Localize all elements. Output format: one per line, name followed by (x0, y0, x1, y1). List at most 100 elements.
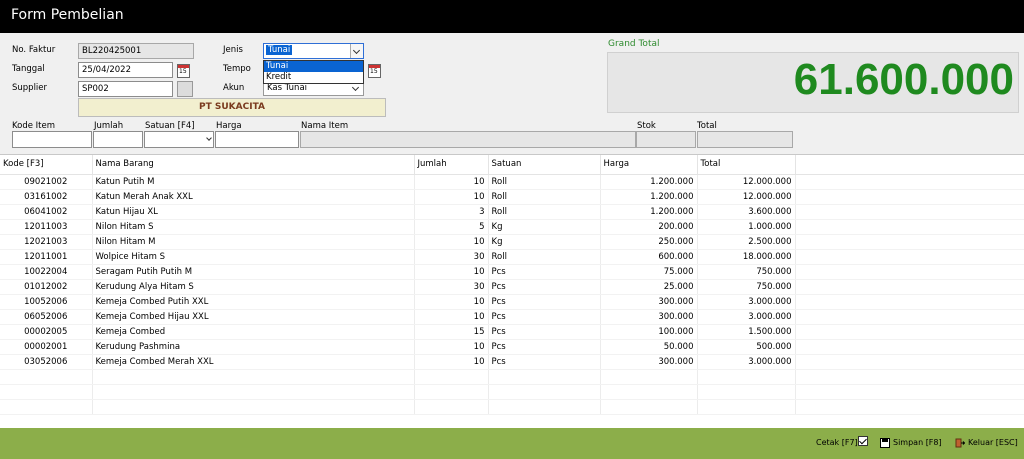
cell-harga: 600.000 (600, 249, 698, 265)
column-header-total[interactable]: Total (697, 155, 796, 175)
calendar-day: 15 (179, 68, 187, 75)
supplier-lookup-button[interactable] (177, 81, 193, 97)
cell-jumlah: 10 (414, 294, 489, 310)
cell-filler (795, 204, 1024, 220)
cetak-checkbox[interactable] (858, 436, 868, 446)
cell-jumlah: 3 (414, 204, 489, 220)
chevron-down-icon[interactable] (206, 135, 212, 141)
grand-total-label: Grand Total (608, 39, 660, 49)
cell-satuan: Kg (488, 219, 601, 235)
akun-value: Kas Tunai (267, 83, 308, 93)
jenis-dropdown-list: Tunai Kredit (263, 60, 364, 84)
tempo-calendar-icon[interactable]: 15 (368, 64, 381, 78)
table-row[interactable]: 00002005 Kemeja Combed 15 Pcs 100.000 1.500.0… (0, 324, 1024, 340)
cell-filler (795, 219, 1024, 235)
harga-input[interactable] (215, 131, 299, 148)
table-row-empty[interactable] (0, 384, 1024, 400)
footer-bar: Cetak [F7] Simpan [F8] Keluar [ESC] (0, 428, 1024, 459)
kode-item-input[interactable] (12, 131, 92, 148)
keluar-button[interactable]: Keluar [ESC] (968, 438, 1018, 447)
column-header-harga[interactable]: Harga (600, 155, 698, 175)
cell-empty (414, 384, 489, 400)
exit-icon (955, 438, 965, 448)
table-row-empty[interactable] (0, 369, 1024, 385)
table-row[interactable]: 09021002 Katun Putih M 10 Roll 1.200.000 12.0… (0, 174, 1024, 190)
table-row[interactable]: 01012002 Kerudung Alya Hitam S 30 Pcs 25.000… (0, 279, 1024, 295)
chevron-down-icon[interactable] (350, 44, 363, 58)
simpan-button[interactable]: Simpan [F8] (893, 438, 942, 447)
table-row[interactable]: 10022004 Seragam Putih Putih M 10 Pcs 75.000… (0, 264, 1024, 280)
cell-total: 3.600.000 (697, 204, 796, 220)
harga-label: Harga (216, 121, 242, 131)
cell-nama-barang: Kerudung Pashmina (92, 339, 415, 355)
stok-label: Stok (637, 121, 656, 131)
table-row[interactable]: 06041002 Katun Hijau XL 3 Roll 1.200.000 3.60… (0, 204, 1024, 220)
table-row[interactable]: 12011003 Nilon Hitam S 5 Kg 200.000 1.000.000 (0, 219, 1024, 235)
calendar-icon[interactable]: 15 (177, 64, 190, 78)
cell-kode: 09021002 (0, 174, 93, 190)
cell-kode: 03052006 (0, 354, 93, 370)
satuan-label: Satuan [F4] (145, 121, 195, 131)
jumlah-input[interactable] (93, 131, 143, 148)
cell-nama-barang: Kemeja Combed Putih XXL (92, 294, 415, 310)
cell-nama-barang: Kemeja Combed Hijau XXL (92, 309, 415, 325)
cell-satuan: Pcs (488, 294, 601, 310)
column-header-kode[interactable]: Kode [F3] (0, 155, 93, 175)
jenis-select[interactable]: Tunai (263, 43, 364, 59)
cell-filler (795, 264, 1024, 280)
cell-jumlah: 10 (414, 339, 489, 355)
cell-nama-barang: Nilon Hitam M (92, 234, 415, 250)
items-table[interactable]: Kode [F3] Nama Barang Jumlah Satuan Harg… (0, 154, 1024, 428)
cell-harga: 1.200.000 (600, 204, 698, 220)
tempo-label: Tempo (223, 64, 251, 74)
jenis-label: Jenis (223, 45, 243, 55)
window-title: Form Pembelian (11, 7, 124, 23)
stok-field (636, 131, 696, 148)
table-row[interactable]: 00002001 Kerudung Pashmina 10 Pcs 50.000 500.… (0, 339, 1024, 355)
column-header-satuan[interactable]: Satuan (488, 155, 601, 175)
table-row[interactable]: 12011001 Wolpice Hitam S 30 Roll 600.000 18.0… (0, 249, 1024, 265)
no-faktur-label: No. Faktur (12, 45, 56, 55)
supplier-name-display: PT SUKACITA (78, 98, 386, 117)
supplier-label: Supplier (12, 83, 48, 93)
cell-total: 12.000.000 (697, 189, 796, 205)
cell-total: 500.000 (697, 339, 796, 355)
jenis-option-tunai[interactable]: Tunai (264, 61, 363, 72)
cell-filler (795, 249, 1024, 265)
satuan-select[interactable] (144, 131, 214, 148)
cell-empty (0, 399, 93, 415)
cell-satuan: Roll (488, 249, 601, 265)
cell-nama-barang: Nilon Hitam S (92, 219, 415, 235)
cell-total: 2.500.000 (697, 234, 796, 250)
column-header-filler (795, 155, 1024, 175)
cell-filler (795, 339, 1024, 355)
table-row[interactable]: 06052006 Kemeja Combed Hijau XXL 10 Pcs 300.… (0, 309, 1024, 325)
table-row[interactable]: 03161002 Katun Merah Anak XXL 10 Roll 1.200.… (0, 189, 1024, 205)
cell-harga: 1.200.000 (600, 174, 698, 190)
table-row[interactable]: 10052006 Kemeja Combed Putih XXL 10 Pcs 300.… (0, 294, 1024, 310)
tanggal-field[interactable]: 25/04/2022 (78, 62, 173, 78)
cell-satuan: Pcs (488, 264, 601, 280)
column-header-jumlah[interactable]: Jumlah (414, 155, 489, 175)
cell-empty (795, 369, 1024, 385)
cell-empty (488, 369, 601, 385)
no-faktur-field[interactable]: BL220425001 (78, 43, 194, 59)
table-row[interactable]: 12021003 Nilon Hitam M 10 Kg 250.000 2.500.00… (0, 234, 1024, 250)
table-row[interactable]: 03052006 Kemeja Combed Merah XXL 10 Pcs 300.… (0, 354, 1024, 370)
cell-kode: 01012002 (0, 279, 93, 295)
cell-total: 12.000.000 (697, 174, 796, 190)
cell-harga: 100.000 (600, 324, 698, 340)
jenis-option-kredit[interactable]: Kredit (264, 72, 363, 83)
supplier-field[interactable]: SP002 (78, 81, 173, 97)
cell-harga: 300.000 (600, 354, 698, 370)
table-row-empty[interactable] (0, 399, 1024, 415)
cell-jumlah: 10 (414, 189, 489, 205)
nama-item-label: Nama Item (301, 121, 349, 131)
column-header-nama-barang[interactable]: Nama Barang (92, 155, 415, 175)
cetak-label: Cetak [F7] (816, 438, 858, 447)
cell-satuan: Kg (488, 234, 601, 250)
cell-empty (488, 399, 601, 415)
cell-filler (795, 174, 1024, 190)
cell-kode: 12011003 (0, 219, 93, 235)
cell-nama-barang: Katun Hijau XL (92, 204, 415, 220)
